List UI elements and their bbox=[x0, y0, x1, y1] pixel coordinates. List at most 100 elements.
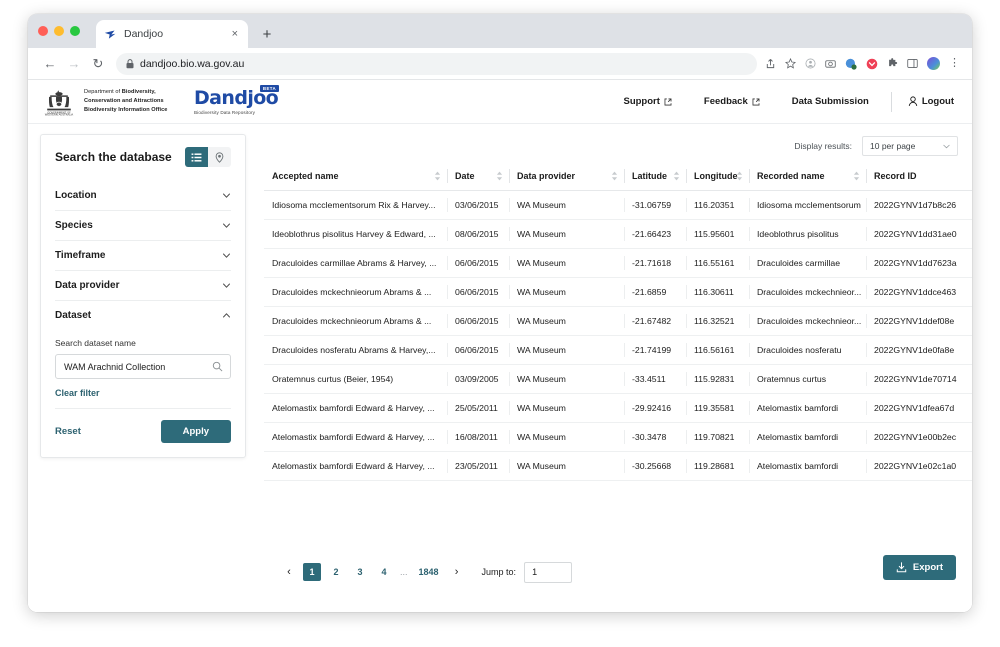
table-row[interactable]: Draculoides carmillae Abrams & Harvey, .… bbox=[264, 248, 972, 278]
cell-recorded-name: Atelomastix bamfordi bbox=[749, 451, 866, 481]
cell-accepted-name: Oratemnus curtus (Beier, 1954) bbox=[264, 364, 447, 394]
cell-date: 06/06/2015 bbox=[447, 306, 509, 336]
cell-date: 23/05/2011 bbox=[447, 451, 509, 481]
sort-icon bbox=[496, 171, 503, 181]
sidebar-item-timeframe-label: Timeframe bbox=[55, 250, 106, 261]
sidebar-panel-icon[interactable] bbox=[907, 58, 918, 69]
table-row[interactable]: Draculoides nosferatu Abrams & Harvey,..… bbox=[264, 335, 972, 365]
browser-tab-title: Dandjoo bbox=[124, 28, 164, 40]
nav-item-feedback[interactable]: Feedback bbox=[688, 96, 776, 107]
maximize-window-button[interactable] bbox=[70, 26, 80, 36]
browser-tab[interactable]: Dandjoo × bbox=[96, 20, 248, 48]
column-header-record-id[interactable]: Record ID bbox=[866, 162, 972, 191]
sidebar-item-species[interactable]: Species bbox=[55, 211, 231, 241]
table-row[interactable]: Draculoides mckechnieorum Abrams & ... 06… bbox=[264, 277, 972, 307]
bookmark-star-icon[interactable] bbox=[785, 58, 796, 69]
external-link-icon bbox=[752, 98, 760, 105]
cell-longitude: 119.35581 bbox=[686, 393, 749, 423]
share-icon[interactable] bbox=[765, 58, 776, 69]
jump-to-control: Jump to: 1 bbox=[482, 561, 573, 583]
reload-button[interactable]: ↻ bbox=[86, 52, 110, 76]
camera-icon[interactable] bbox=[825, 58, 836, 69]
nav-item-data-submission[interactable]: Data Submission bbox=[776, 96, 885, 107]
logout-button[interactable]: Logout bbox=[898, 96, 954, 107]
table-row[interactable]: Draculoides mckechnieorum Abrams & ... 06… bbox=[264, 306, 972, 336]
table-row[interactable]: Oratemnus curtus (Beier, 1954) 03/09/2005… bbox=[264, 364, 972, 394]
pagination: ‹ 1 2 3 4 ... 1848 › Jump to: 1 bbox=[278, 561, 573, 583]
column-header-data-provider[interactable]: Data provider bbox=[509, 162, 624, 191]
display-results-label: Display results: bbox=[794, 141, 852, 151]
minimize-window-button[interactable] bbox=[54, 26, 64, 36]
column-header-accepted-name[interactable]: Accepted name bbox=[264, 162, 447, 191]
table-row[interactable]: Atelomastix bamfordi Edward & Harvey, ..… bbox=[264, 393, 972, 423]
new-tab-button[interactable]: + bbox=[256, 23, 278, 45]
per-page-select[interactable]: 10 per page bbox=[862, 136, 958, 156]
cell-record-id: 2022GYNV1dd7623a bbox=[866, 248, 972, 278]
pagination-ellipsis: ... bbox=[400, 567, 408, 577]
table-row[interactable]: Atelomastix bamfordi Edward & Harvey, ..… bbox=[264, 451, 972, 481]
account-avatar-icon[interactable] bbox=[927, 57, 940, 70]
results-table-body: Idiosoma mcclementsorum Rix & Harvey... 0… bbox=[264, 190, 972, 481]
extensions-puzzle-icon[interactable] bbox=[887, 58, 898, 69]
cell-longitude: 116.30611 bbox=[686, 277, 749, 307]
cell-latitude: -33.4511 bbox=[624, 364, 686, 394]
cell-date: 16/08/2011 bbox=[447, 422, 509, 452]
dandjoo-logo[interactable]: Dandjoo BETA Biodiversity Data Repositor… bbox=[194, 84, 280, 115]
sidebar-item-location[interactable]: Location bbox=[55, 181, 231, 211]
clear-filter-link[interactable]: Clear filter bbox=[55, 388, 231, 398]
cell-accepted-name: Atelomastix bamfordi Edward & Harvey, ..… bbox=[264, 422, 447, 452]
sort-icon bbox=[611, 171, 618, 181]
pagination-page-3[interactable]: 3 bbox=[351, 563, 369, 581]
sidebar-item-dataset[interactable]: Dataset bbox=[55, 301, 231, 330]
column-header-recorded-name[interactable]: Recorded name bbox=[749, 162, 866, 191]
screenshot-root: Dandjoo × + ← → ↻ dandjoo.bio.wa.gov.au bbox=[0, 0, 1000, 647]
cell-longitude: 116.56161 bbox=[686, 335, 749, 365]
map-pin-icon bbox=[215, 151, 224, 163]
reset-button[interactable]: Reset bbox=[55, 426, 81, 437]
cell-accepted-name: Draculoides mckechnieorum Abrams & ... bbox=[264, 306, 447, 336]
tab-close-icon[interactable]: × bbox=[230, 27, 240, 42]
column-label: Accepted name bbox=[272, 171, 339, 181]
column-header-date[interactable]: Date bbox=[447, 162, 509, 191]
page-body: Search the database Location Species Tim… bbox=[28, 124, 972, 611]
cell-date: 08/06/2015 bbox=[447, 219, 509, 249]
nav-item-support[interactable]: Support bbox=[607, 96, 687, 107]
cell-latitude: -21.74199 bbox=[624, 335, 686, 365]
cell-data-provider: WA Museum bbox=[509, 190, 624, 220]
pagination-prev[interactable]: ‹ bbox=[278, 561, 300, 583]
table-row[interactable]: Idiosoma mcclementsorum Rix & Harvey... 0… bbox=[264, 190, 972, 220]
pagination-page-4[interactable]: 4 bbox=[375, 563, 393, 581]
dataset-search-label: Search dataset name bbox=[55, 338, 136, 348]
apply-button[interactable]: Apply bbox=[160, 420, 231, 443]
profile-circle-icon[interactable] bbox=[805, 58, 816, 69]
chrome-menu-icon[interactable]: ⋮ bbox=[949, 58, 960, 69]
close-window-button[interactable] bbox=[38, 26, 48, 36]
column-header-latitude[interactable]: Latitude bbox=[624, 162, 686, 191]
export-button[interactable]: Export bbox=[882, 555, 956, 580]
column-header-longitude[interactable]: Longitude bbox=[686, 162, 749, 191]
dataset-search-input[interactable]: WAM Arachnid Collection bbox=[55, 354, 231, 379]
sidebar-item-timeframe[interactable]: Timeframe bbox=[55, 241, 231, 271]
pagination-page-1[interactable]: 1 bbox=[303, 563, 321, 581]
table-row[interactable]: Ideoblothrus pisolitus Harvey & Edward, … bbox=[264, 219, 972, 249]
cell-record-id: 2022GYNV1dfea67d bbox=[866, 393, 972, 423]
pagination-last-page[interactable]: 1848 bbox=[415, 563, 443, 581]
back-button[interactable]: ← bbox=[38, 52, 62, 76]
sidebar-item-data-provider[interactable]: Data provider bbox=[55, 271, 231, 301]
table-row[interactable]: Atelomastix bamfordi Edward & Harvey, ..… bbox=[264, 422, 972, 452]
translate-badge-icon[interactable] bbox=[845, 58, 857, 70]
nav-item-support-label: Support bbox=[623, 96, 660, 107]
cell-latitude: -21.6859 bbox=[624, 277, 686, 307]
list-icon bbox=[191, 152, 202, 162]
forward-button[interactable]: → bbox=[62, 52, 86, 76]
list-view-toggle[interactable] bbox=[185, 147, 208, 167]
jump-to-input[interactable]: 1 bbox=[524, 561, 573, 583]
cell-latitude: -31.06759 bbox=[624, 190, 686, 220]
cell-recorded-name: Atelomastix bamfordi bbox=[749, 393, 866, 423]
pagination-page-2[interactable]: 2 bbox=[327, 563, 345, 581]
pocket-extension-icon[interactable] bbox=[866, 58, 878, 70]
map-view-toggle[interactable] bbox=[208, 147, 231, 167]
header-navigation: Support Feedback Data Submission Logout bbox=[607, 91, 954, 112]
pagination-next[interactable]: › bbox=[446, 561, 468, 583]
address-bar[interactable]: dandjoo.bio.wa.gov.au bbox=[116, 52, 757, 75]
